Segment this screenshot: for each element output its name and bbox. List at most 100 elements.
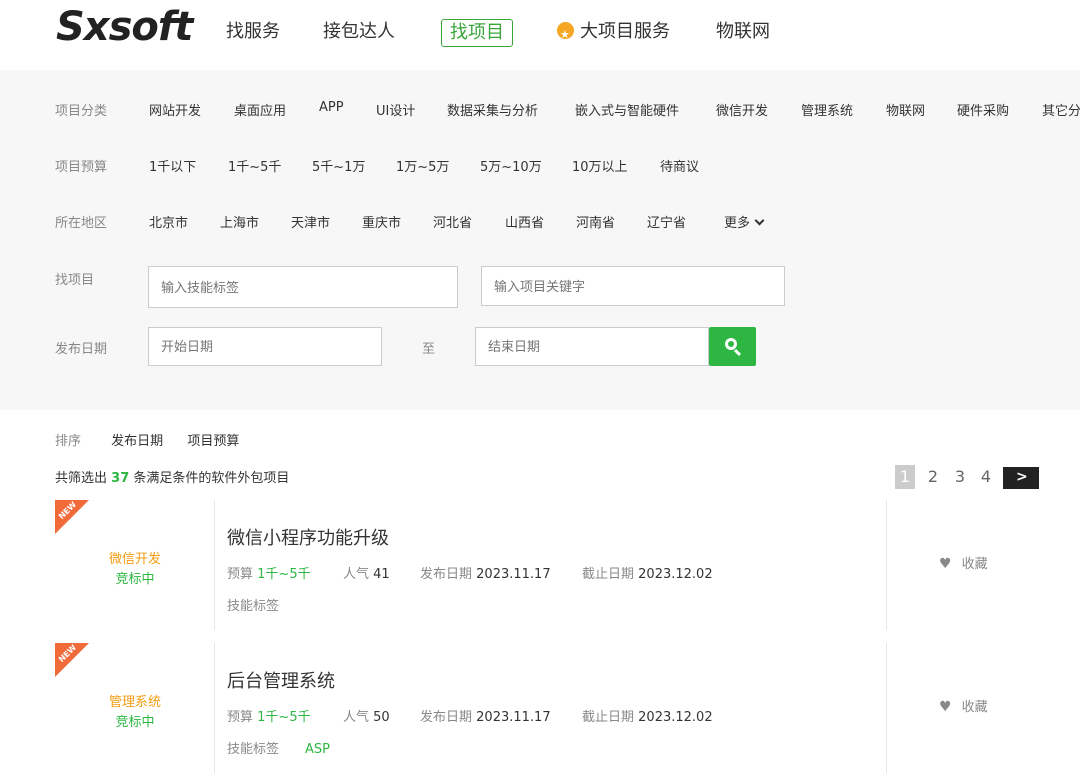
favorite-label: 收藏: [961, 557, 988, 572]
category-filter-label: 项目分类: [55, 104, 108, 119]
category-option[interactable]: 嵌入式与智能硬件: [575, 100, 679, 119]
nav-big-project-label: 大项目服务: [580, 21, 670, 42]
project-title[interactable]: 微信小程序功能升级: [227, 524, 389, 550]
result-prefix: 共筛选出: [55, 471, 108, 486]
sort-by-date[interactable]: 发布日期: [111, 434, 163, 449]
end-date-input[interactable]: [475, 327, 709, 366]
category-filter-row: 项目分类 网站开发 桌面应用 APP UI设计 数据采集与分析 嵌入式与智能硬件…: [0, 100, 1080, 124]
project-actions: ♥ 收藏: [886, 643, 1080, 773]
budget-option[interactable]: 10万以上: [572, 156, 628, 175]
heart-icon: ♥: [939, 556, 952, 572]
deadline-label: 截止日期: [582, 710, 635, 725]
page-4[interactable]: 4: [976, 465, 996, 489]
region-option[interactable]: 重庆市: [362, 212, 401, 231]
region-option[interactable]: 辽宁省: [647, 212, 686, 231]
top-header: Sxsoft 找服务 接包达人 找项目 大项目服务 物联网: [0, 0, 1080, 70]
region-option[interactable]: 上海市: [220, 212, 259, 231]
chevron-down-icon: [754, 215, 765, 226]
popularity-label: 人气: [343, 567, 370, 582]
search-filter-label: 找项目: [55, 273, 95, 288]
popularity-label: 人气: [343, 710, 370, 725]
deadline-label: 截止日期: [582, 567, 635, 582]
budget-filter-row: 项目预算 1千以下 1千~5千 5千~1万 1万~5万 5万~10万 10万以上…: [0, 156, 1080, 180]
search-button[interactable]: [709, 327, 756, 366]
region-option[interactable]: 山西省: [505, 212, 544, 231]
project-category: 管理系统: [108, 695, 161, 710]
skill-tags-label: 技能标签: [227, 599, 280, 614]
budget-option[interactable]: 1千以下: [149, 156, 196, 175]
category-option[interactable]: 硬件采购: [957, 100, 1009, 119]
nav-find-service[interactable]: 找服务: [226, 18, 280, 46]
category-option[interactable]: APP: [319, 100, 344, 115]
category-option[interactable]: 数据采集与分析: [447, 100, 538, 119]
region-more-toggle[interactable]: 更多: [724, 212, 765, 231]
category-option[interactable]: 物联网: [886, 100, 925, 119]
date-filter-label: 发布日期: [55, 342, 108, 357]
nav-big-project-service[interactable]: 大项目服务: [557, 18, 670, 49]
region-option[interactable]: 河南省: [576, 212, 615, 231]
favorite-button[interactable]: ♥ 收藏: [939, 553, 988, 572]
category-option[interactable]: 其它分: [1042, 100, 1080, 119]
sort-by-budget[interactable]: 项目预算: [187, 434, 239, 449]
deadline-value: 2023.12.02: [638, 567, 713, 582]
skill-tag-input[interactable]: [148, 266, 458, 308]
project-card[interactable]: 微信开发 竞标中 NEW 微信小程序功能升级 预算 1千~5千 人气 41 发布…: [55, 500, 1080, 630]
category-option[interactable]: 微信开发: [716, 100, 768, 119]
popularity-value: 41: [373, 567, 390, 582]
filter-panel: 项目分类 网站开发 桌面应用 APP UI设计 数据采集与分析 嵌入式与智能硬件…: [0, 70, 1080, 410]
keyword-input[interactable]: [481, 266, 785, 306]
skill-tag[interactable]: ASP: [305, 742, 330, 757]
budget-option[interactable]: 5万~10万: [480, 156, 542, 175]
publish-date-label: 发布日期: [420, 710, 473, 725]
budget-value: 1千~5千: [257, 710, 311, 725]
category-option[interactable]: 桌面应用: [234, 100, 286, 119]
budget-option[interactable]: 待商议: [660, 156, 699, 175]
budget-filter-label: 项目预算: [55, 160, 108, 175]
budget-option[interactable]: 1万~5万: [396, 156, 449, 175]
nav-iot[interactable]: 物联网: [716, 18, 770, 46]
page-1[interactable]: 1: [895, 465, 915, 489]
nav-find-project[interactable]: 找项目: [441, 19, 513, 47]
next-page-button[interactable]: [1003, 467, 1039, 489]
category-option[interactable]: 网站开发: [149, 100, 201, 119]
skill-tags: 技能标签 ASP: [227, 738, 330, 757]
region-option[interactable]: 北京市: [149, 212, 188, 231]
project-status: 竞标中: [115, 715, 155, 730]
category-option[interactable]: 管理系统: [801, 100, 853, 119]
region-option[interactable]: 河北省: [433, 212, 472, 231]
project-category: 微信开发: [108, 552, 161, 567]
project-status: 竞标中: [115, 572, 155, 587]
heart-icon: ♥: [939, 699, 952, 715]
popularity-value: 50: [373, 710, 390, 725]
project-card[interactable]: 管理系统 竞标中 NEW 后台管理系统 预算 1千~5千 人气 50 发布日期 …: [55, 643, 1080, 773]
nav-freelancers[interactable]: 接包达人: [323, 18, 395, 46]
result-summary: 共筛选出 37 条满足条件的软件外包项目: [55, 467, 289, 486]
sort-bar: 排序 发布日期 项目预算: [55, 430, 259, 449]
favorite-button[interactable]: ♥ 收藏: [939, 696, 988, 715]
publish-date-label: 发布日期: [420, 567, 473, 582]
region-option[interactable]: 天津市: [291, 212, 330, 231]
publish-date-value: 2023.11.17: [476, 710, 551, 725]
budget-label: 预算: [227, 567, 254, 582]
sort-label: 排序: [55, 434, 82, 449]
start-date-input[interactable]: [148, 327, 382, 366]
page-2[interactable]: 2: [923, 465, 943, 489]
favorite-label: 收藏: [961, 700, 988, 715]
budget-label: 预算: [227, 710, 254, 725]
category-option[interactable]: UI设计: [376, 100, 415, 119]
budget-value: 1千~5千: [257, 567, 311, 582]
budget-option[interactable]: 5千~1万: [312, 156, 365, 175]
date-range-separator: 至: [422, 342, 436, 357]
project-title[interactable]: 后台管理系统: [227, 667, 335, 693]
site-logo[interactable]: Sxsoft: [56, 4, 193, 50]
skill-tags-label: 技能标签: [227, 742, 280, 757]
page-3[interactable]: 3: [950, 465, 970, 489]
result-suffix: 条满足条件的软件外包项目: [133, 471, 290, 486]
project-actions: ♥ 收藏: [886, 500, 1080, 630]
publish-date-value: 2023.11.17: [476, 567, 551, 582]
budget-option[interactable]: 1千~5千: [228, 156, 281, 175]
star-badge-icon: [557, 21, 574, 49]
deadline-value: 2023.12.02: [638, 710, 713, 725]
region-more-label: 更多: [724, 216, 751, 231]
region-filter-row: 所在地区 北京市 上海市 天津市 重庆市 河北省 山西省 河南省 辽宁省 更多: [0, 212, 1080, 236]
